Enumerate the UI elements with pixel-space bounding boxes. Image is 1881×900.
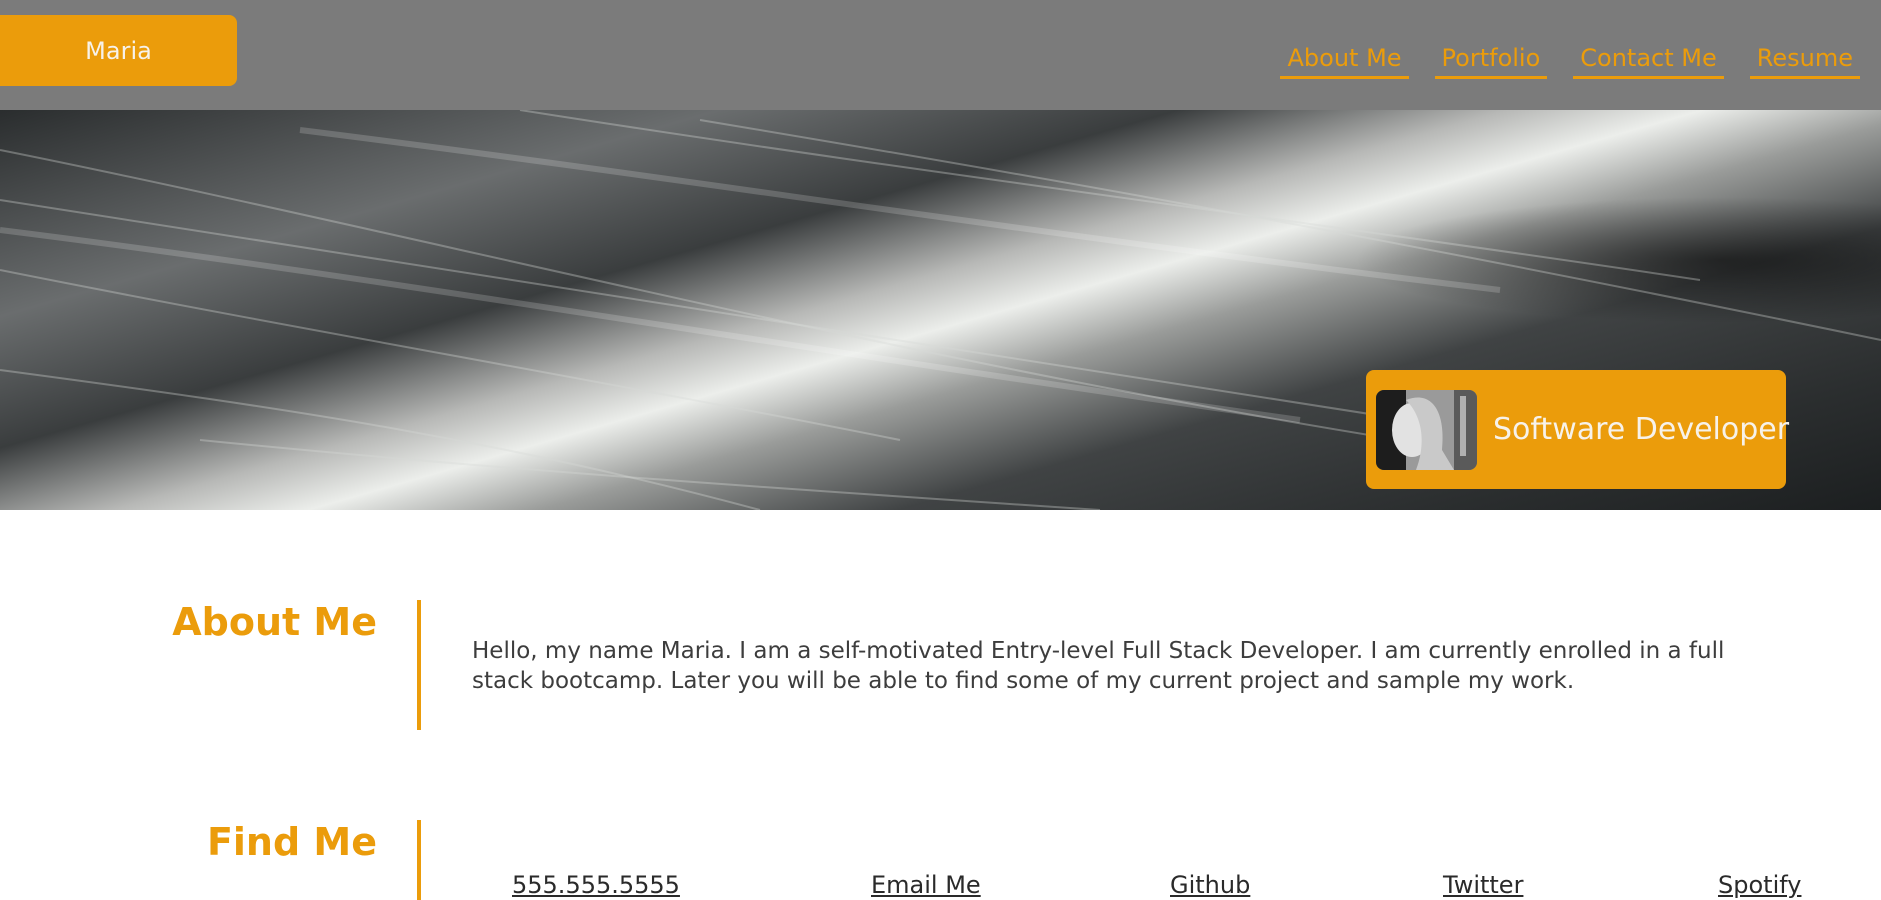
github-link[interactable]: Github <box>1170 870 1250 900</box>
avatar <box>1376 389 1477 470</box>
hero-banner: Software Developer <box>0 110 1881 510</box>
main-nav: About Me Portfolio Contact Me Resume <box>1280 43 1860 79</box>
profile-photo <box>1376 389 1477 470</box>
nav-contact-me[interactable]: Contact Me <box>1573 43 1724 79</box>
nav-portfolio[interactable]: Portfolio <box>1434 43 1548 79</box>
find-me-divider <box>417 820 421 900</box>
about-text: Hello, my name Maria. I am a self-motiva… <box>472 638 1725 694</box>
nav-resume[interactable]: Resume <box>1749 43 1860 79</box>
logo-button[interactable]: Maria <box>0 15 237 86</box>
about-divider <box>417 600 421 730</box>
phone-link[interactable]: 555.555.5555 <box>512 870 680 900</box>
role-title: Software Developer <box>1493 412 1790 447</box>
site-header: Maria About Me Portfolio Contact Me Resu… <box>0 0 1881 110</box>
spotify-link[interactable]: Spotify <box>1718 870 1801 900</box>
find-me-heading: Find Me <box>206 820 377 864</box>
nav-about-me[interactable]: About Me <box>1280 43 1409 79</box>
role-badge: Software Developer <box>1366 370 1790 489</box>
email-link[interactable]: Email Me <box>871 870 981 900</box>
about-heading: About Me <box>172 600 377 644</box>
twitter-link[interactable]: Twitter <box>1443 870 1523 900</box>
